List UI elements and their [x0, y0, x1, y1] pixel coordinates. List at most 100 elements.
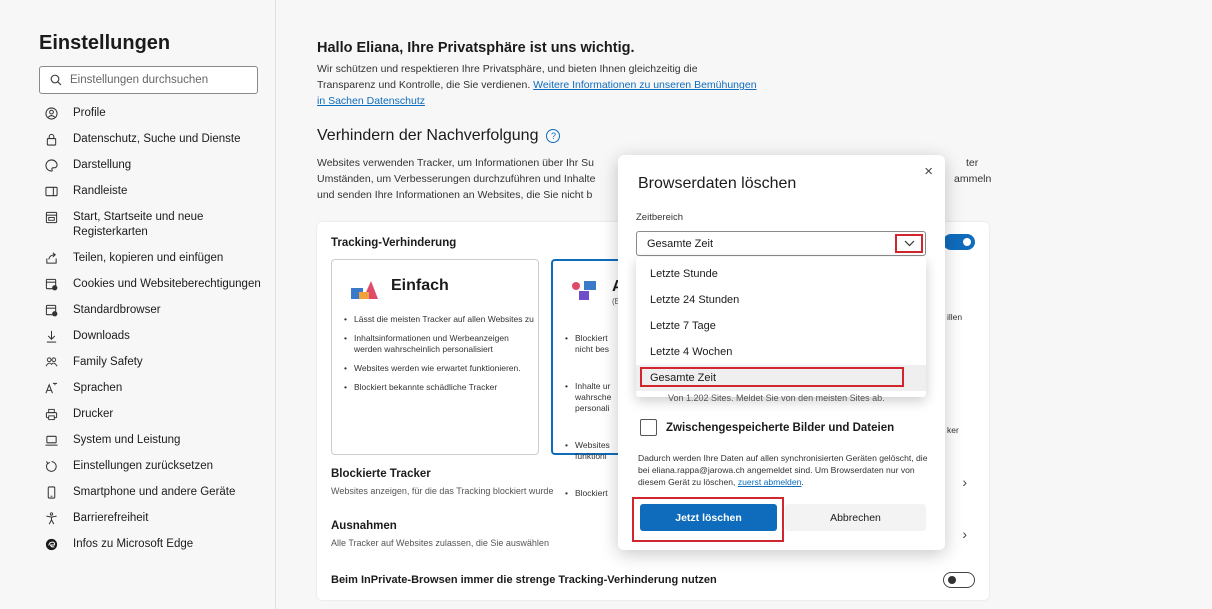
- time-range-option[interactable]: Letzte 4 Wochen: [636, 339, 926, 365]
- sidebar-item-label: Smartphone und andere Geräte: [73, 486, 236, 498]
- download-icon: [44, 329, 58, 343]
- time-range-option-selected[interactable]: Gesamte Zeit: [636, 365, 926, 391]
- sidebar-item-profile[interactable]: Profile: [44, 106, 264, 121]
- sign-out-link[interactable]: zuerst abmelden: [738, 477, 802, 487]
- edge-icon: [44, 537, 58, 551]
- sidebar-item-label: Darstellung: [73, 159, 132, 171]
- sidebar-item-start[interactable]: Start, Startseite und neue Registerkarte…: [44, 210, 264, 240]
- sidebar-item-label: Teilen, kopieren und einfügen: [73, 252, 224, 264]
- time-range-select[interactable]: Gesamte Zeit: [636, 231, 926, 256]
- sidebar-item-label: Family Safety: [73, 356, 143, 368]
- clear-now-button[interactable]: Jetzt löschen: [640, 504, 777, 531]
- strict-fragment-1: illen: [947, 312, 963, 322]
- sidebar-item-accessibility[interactable]: Barrierefreiheit: [44, 511, 264, 526]
- tracking-section-title: Verhindern der Nachverfolgung ?: [317, 127, 561, 145]
- tracking-prevention-toggle[interactable]: [943, 234, 975, 250]
- basic-level-bullets: Lässt die meisten Tracker auf allen Webs…: [344, 314, 534, 401]
- tracking-prevention-label: Tracking-Verhinderung: [331, 237, 457, 249]
- time-range-option[interactable]: Letzte 24 Stunden: [636, 287, 926, 313]
- chevron-down-icon[interactable]: [895, 234, 923, 253]
- time-range-option-label: Gesamte Zeit: [650, 372, 717, 384]
- list-item: Websites werden wie erwartet funktionier…: [344, 363, 534, 374]
- sidebar-title: Einstellungen: [39, 32, 171, 54]
- clear-browsing-data-dialog: Browserdaten löschen × Zeitbereich Gesam…: [618, 155, 945, 550]
- sidebar-item-label: Standardbrowser: [73, 304, 161, 316]
- laptop-icon: [44, 433, 58, 447]
- list-item: Inhaltsinformationen und Werbeanzeigen w…: [344, 333, 534, 355]
- phone-icon: [44, 485, 58, 499]
- lock-icon: [44, 132, 58, 146]
- sidebar-nav: Profile Datenschutz, Suche und Dienste D…: [44, 106, 264, 563]
- list-item: Lässt die meisten Tracker auf allen Webs…: [344, 314, 534, 325]
- tracking-section-heading: Verhindern der Nachverfolgung: [317, 127, 539, 144]
- close-icon[interactable]: ×: [924, 163, 933, 180]
- sidebar-item-default-browser[interactable]: Standardbrowser: [44, 303, 264, 318]
- privacy-greeting-title: Hallo Eliana, Ihre Privatsphäre ist uns …: [317, 40, 635, 56]
- time-range-label: Zeitbereich: [636, 212, 683, 223]
- sidebar-item-downloads[interactable]: Downloads: [44, 329, 264, 344]
- language-icon: [44, 381, 58, 395]
- sidebar-item-label: Randleiste: [73, 185, 128, 197]
- sidebar-item-label: Einstellungen zurücksetzen: [73, 460, 213, 472]
- printer-icon: [44, 407, 58, 421]
- sidebar-item-label: System und Leistung: [73, 434, 181, 446]
- sidebar-item-label: Downloads: [73, 330, 130, 342]
- sidebar-item-family[interactable]: Family Safety: [44, 355, 264, 370]
- sidebar-item-system[interactable]: System und Leistung: [44, 433, 264, 448]
- sidebar-item-label: Profile: [73, 107, 106, 119]
- sidebar-item-label: Datenschutz, Suche und Dienste: [73, 133, 241, 145]
- profile-icon: [44, 106, 58, 120]
- browser-icon: [44, 303, 58, 317]
- time-range-option[interactable]: Letzte Stunde: [636, 261, 926, 287]
- cookies-icon: [44, 277, 58, 291]
- desc-fragment-right-2: ammeln: [954, 173, 992, 185]
- tracking-level-basic[interactable]: Einfach Lässt die meisten Tracker auf al…: [331, 259, 539, 455]
- sidebar-item-label: Drucker: [73, 408, 114, 420]
- sync-note: Dadurch werden Ihre Daten auf allen sync…: [638, 453, 928, 487]
- cached-images-label: Zwischengespeicherte Bilder und Dateien: [666, 421, 895, 434]
- cached-images-row[interactable]: Zwischengespeicherte Bilder und Dateien: [640, 419, 894, 436]
- sidebar-item-phone[interactable]: Smartphone und andere Geräte: [44, 485, 264, 500]
- reset-icon: [44, 459, 58, 473]
- start-page-icon: [44, 210, 58, 224]
- list-item: Blockiert bekannte schädliche Tracker: [344, 382, 534, 393]
- cancel-button[interactable]: Abbrechen: [785, 504, 926, 531]
- time-range-dropdown: Letzte Stunde Letzte 24 Stunden Letzte 7…: [636, 257, 926, 397]
- sidebar-item-appearance[interactable]: Darstellung: [44, 158, 264, 173]
- sidebar-item-share[interactable]: Teilen, kopieren und einfügen: [44, 251, 264, 266]
- sidebar-item-privacy[interactable]: Datenschutz, Suche und Dienste: [44, 132, 264, 147]
- sidebar-item-label: Start, Startseite und neue Registerkarte…: [73, 211, 204, 238]
- sidebar-item-languages[interactable]: Sprachen: [44, 381, 264, 396]
- share-icon: [44, 251, 58, 265]
- chevron-right-icon: ›: [962, 474, 967, 490]
- privacy-greeting-text: Wir schützen und respektieren Ihre Priva…: [317, 61, 757, 109]
- chevron-right-icon: ›: [962, 526, 967, 542]
- inprivate-strict-toggle[interactable]: [943, 572, 975, 588]
- balanced-shapes-icon: [572, 281, 596, 300]
- settings-search[interactable]: [39, 66, 258, 94]
- strict-fragment-2: ker: [947, 425, 959, 435]
- sidebar-icon: [44, 184, 58, 198]
- time-range-option[interactable]: Letzte 7 Tage: [636, 313, 926, 339]
- cookies-description: Von 1.202 Sites. Meldet Sie von den meis…: [668, 393, 885, 403]
- cached-images-checkbox[interactable]: [640, 419, 657, 436]
- sidebar-item-about[interactable]: Infos zu Microsoft Edge: [44, 537, 264, 552]
- palette-icon: [44, 158, 58, 172]
- sidebar-item-sidebar[interactable]: Randleiste: [44, 184, 264, 199]
- basic-level-title: Einfach: [391, 277, 449, 294]
- help-icon[interactable]: ?: [546, 129, 561, 143]
- settings-sidebar: Einstellungen Profile Datenschutz, Suche…: [0, 0, 276, 609]
- sidebar-item-printer[interactable]: Drucker: [44, 407, 264, 422]
- search-input[interactable]: [70, 74, 240, 86]
- sidebar-item-cookies[interactable]: Cookies und Websiteberechtigungen: [44, 277, 264, 292]
- basic-shapes-icon: [351, 281, 378, 299]
- sidebar-item-label: Barrierefreiheit: [73, 512, 149, 524]
- search-icon: [50, 74, 62, 86]
- sidebar-item-label: Sprachen: [73, 382, 123, 394]
- sidebar-item-label: Infos zu Microsoft Edge: [73, 538, 194, 550]
- family-icon: [44, 355, 58, 369]
- inprivate-strict-label: Beim InPrivate-Browsen immer die strenge…: [331, 574, 717, 586]
- desc-fragment-right-1: ter: [966, 157, 979, 169]
- sidebar-item-reset[interactable]: Einstellungen zurücksetzen: [44, 459, 264, 474]
- dialog-title: Browserdaten löschen: [638, 175, 797, 192]
